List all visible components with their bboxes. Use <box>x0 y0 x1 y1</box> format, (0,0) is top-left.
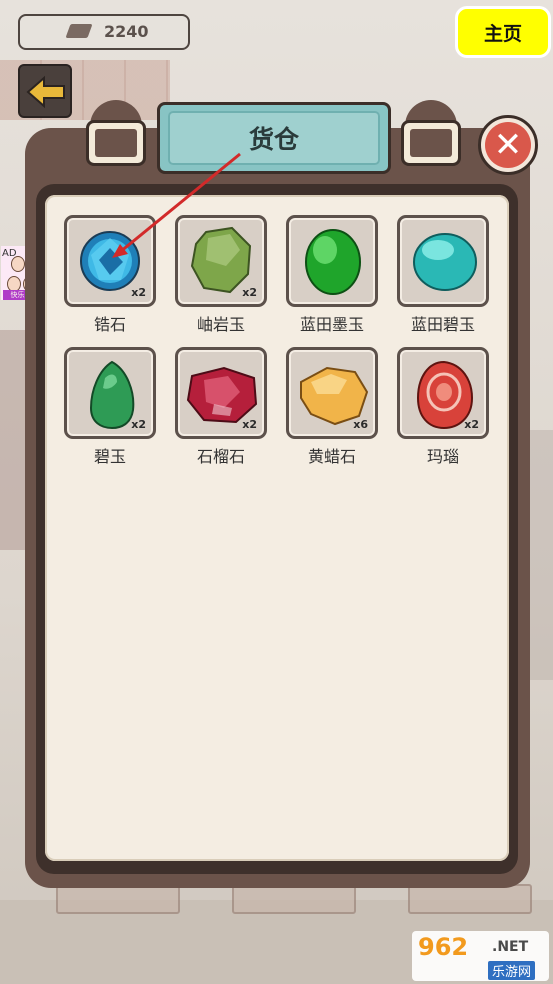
currency-counter: 2240 <box>18 14 190 50</box>
item-name: 碧玉 <box>93 447 126 466</box>
item-slot[interactable]: x2 <box>64 347 156 439</box>
item-name: 岫岩玉 <box>196 315 245 334</box>
inventory-item-lantian-black-jade[interactable]: 蓝田墨玉 <box>286 215 378 339</box>
inventory-item-zircon[interactable]: x2 锆石 <box>64 215 156 339</box>
frame-post-right <box>401 100 461 168</box>
inventory-item-agate[interactable]: x2 玛瑙 <box>397 347 489 471</box>
lantian-jasper-icon <box>413 233 477 291</box>
item-quantity: x2 <box>242 286 257 299</box>
inventory-item-garnet[interactable]: x2 石榴石 <box>175 347 267 471</box>
inventory-item-jasper[interactable]: x2 碧玉 <box>64 347 156 471</box>
item-quantity: x2 <box>131 286 146 299</box>
item-slot[interactable]: x2 <box>64 215 156 307</box>
back-button[interactable] <box>18 64 72 118</box>
background-counter-slot <box>56 884 180 914</box>
inventory-item-lantian-jasper[interactable]: 蓝田碧玉 <box>397 215 489 339</box>
item-slot[interactable]: x2 <box>175 215 267 307</box>
close-button[interactable]: ✕ <box>478 115 538 175</box>
site-watermark: 962 .NET 乐游网 <box>412 931 549 981</box>
item-name: 蓝田墨玉 <box>299 315 364 334</box>
watermark-subtitle: 乐游网 <box>488 961 536 980</box>
inventory-title-plate: 货仓 <box>157 102 391 174</box>
yellow-wax-stone-icon <box>300 366 369 426</box>
item-quantity: x2 <box>131 418 146 431</box>
item-slot[interactable] <box>286 215 378 307</box>
ad-label: AD <box>2 248 17 259</box>
zircon-gem-icon <box>80 231 140 291</box>
background-counter-slot <box>408 884 532 914</box>
item-quantity: x6 <box>353 418 368 431</box>
watermark-suffix: .NET <box>492 939 529 955</box>
close-icon: ✕ <box>493 125 523 165</box>
home-button[interactable]: 主页 <box>455 6 551 58</box>
item-name: 石榴石 <box>196 447 245 466</box>
item-quantity: x2 <box>242 418 257 431</box>
jasper-icon <box>89 360 135 430</box>
inventory-item-xiuyan-jade[interactable]: x2 岫岩玉 <box>175 215 267 339</box>
background-counter-slot <box>232 884 356 914</box>
inventory-title: 货仓 <box>168 111 380 165</box>
currency-value: 2240 <box>104 22 149 41</box>
back-arrow-icon <box>26 75 65 109</box>
lantian-black-jade-icon <box>305 229 361 295</box>
item-name: 蓝田碧玉 <box>410 315 475 334</box>
garnet-icon <box>186 366 258 424</box>
brick-icon <box>65 24 93 38</box>
item-name: 锆石 <box>93 315 126 334</box>
watermark-logo: 962 <box>418 933 469 961</box>
item-name: 黄蜡石 <box>307 447 356 466</box>
item-slot[interactable]: x6 <box>286 347 378 439</box>
frame-post-left <box>86 100 146 168</box>
item-slot[interactable]: x2 <box>175 347 267 439</box>
item-slot[interactable] <box>397 215 489 307</box>
item-name: 玛瑙 <box>426 447 459 466</box>
item-quantity: x2 <box>464 418 479 431</box>
inventory-item-yellow-wax-stone[interactable]: x6 黄蜡石 <box>286 347 378 471</box>
item-slot[interactable]: x2 <box>397 347 489 439</box>
